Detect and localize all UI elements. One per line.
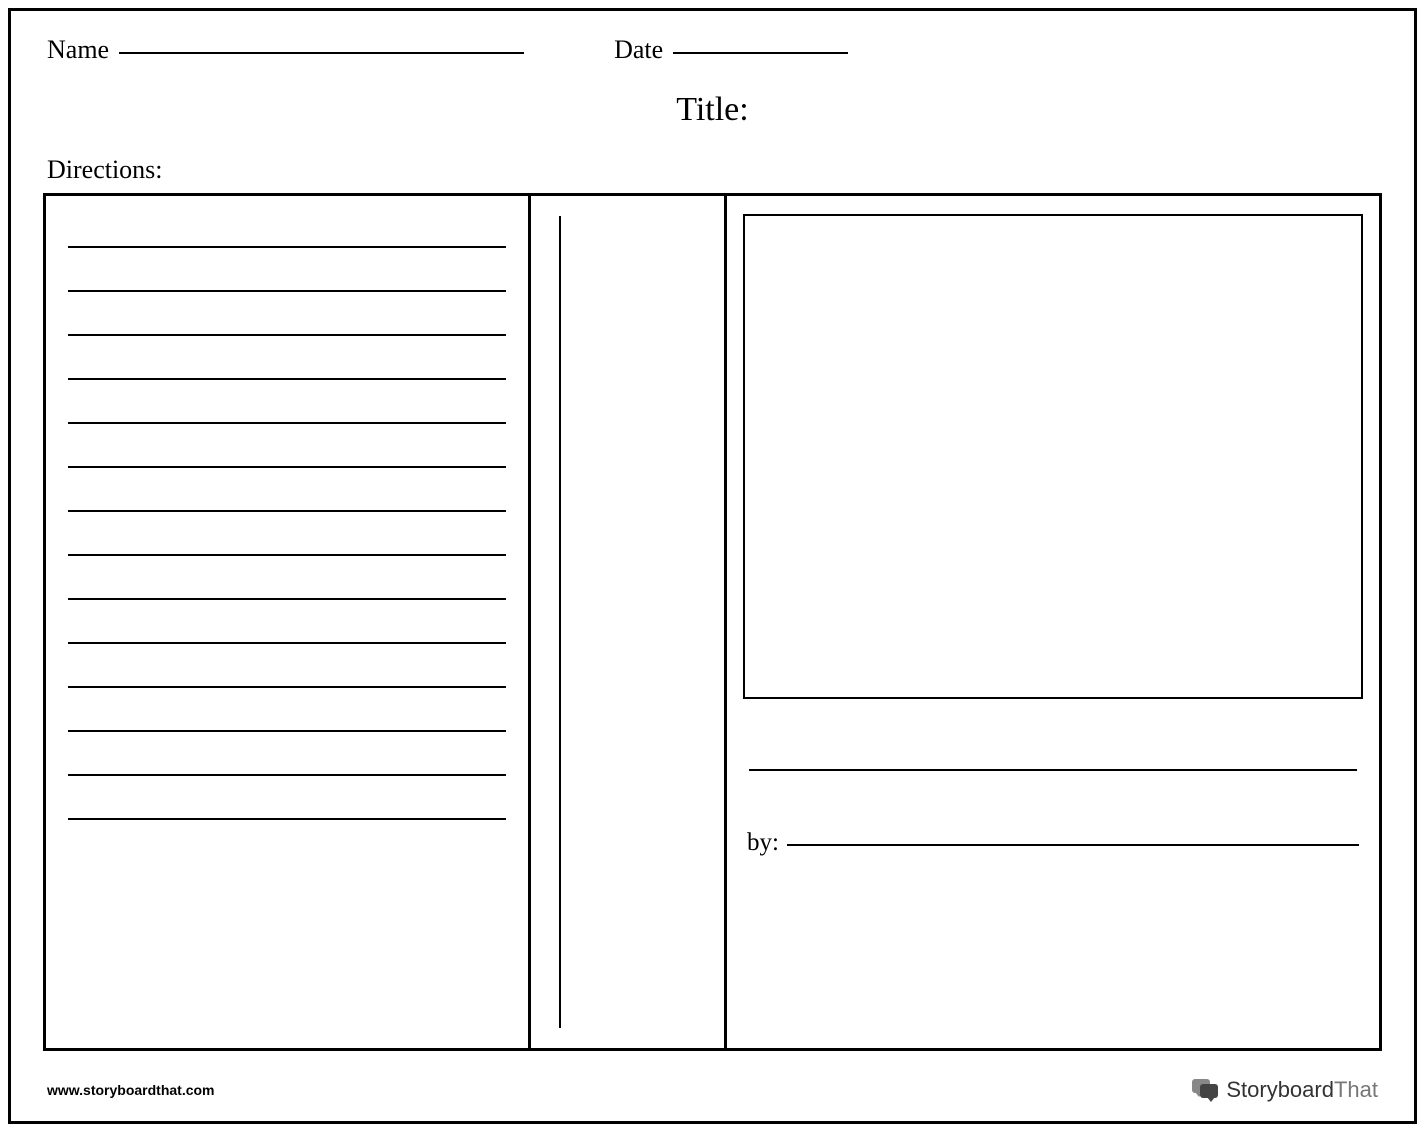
writing-line[interactable] <box>68 642 506 644</box>
writing-line[interactable] <box>68 466 506 468</box>
directions-row: Directions: <box>47 155 1378 185</box>
name-input-line[interactable] <box>119 52 524 54</box>
image-box[interactable] <box>743 214 1363 699</box>
writing-line[interactable] <box>68 774 506 776</box>
cover-column: by: <box>727 196 1379 1048</box>
spine-column <box>531 196 727 1048</box>
writing-line[interactable] <box>68 598 506 600</box>
footer-url: www.storyboardthat.com <box>47 1082 215 1098</box>
worksheet-page: Name Date Title: Directions: <box>8 8 1417 1124</box>
footer: www.storyboardthat.com StoryboardThat <box>47 1077 1378 1103</box>
name-field: Name <box>47 35 524 65</box>
header-area: Name Date Title: Directions: <box>11 11 1414 185</box>
writing-line[interactable] <box>68 730 506 732</box>
caption-input-line[interactable] <box>749 769 1357 771</box>
logo-text-2: That <box>1334 1077 1378 1103</box>
spine-line <box>559 216 561 1028</box>
main-panel: by: <box>43 193 1382 1051</box>
writing-line[interactable] <box>68 290 506 292</box>
logo-text-1: Storyboard <box>1226 1077 1334 1103</box>
writing-line[interactable] <box>68 818 506 820</box>
speech-bubbles-icon <box>1192 1079 1218 1101</box>
writing-column <box>46 196 531 1048</box>
date-input-line[interactable] <box>673 52 848 54</box>
by-label: by: <box>747 829 779 857</box>
by-field: by: <box>743 829 1363 857</box>
writing-line[interactable] <box>68 378 506 380</box>
title-row: Title: <box>47 91 1378 129</box>
writing-line[interactable] <box>68 686 506 688</box>
writing-line[interactable] <box>68 246 506 248</box>
name-label: Name <box>47 35 109 65</box>
name-date-row: Name Date <box>47 35 1378 65</box>
writing-line[interactable] <box>68 554 506 556</box>
footer-logo: StoryboardThat <box>1192 1077 1378 1103</box>
writing-line[interactable] <box>68 422 506 424</box>
writing-line[interactable] <box>68 334 506 336</box>
directions-label: Directions: <box>47 155 163 184</box>
date-label: Date <box>614 35 663 65</box>
date-field: Date <box>614 35 848 65</box>
writing-line[interactable] <box>68 510 506 512</box>
by-input-line[interactable] <box>787 844 1359 846</box>
title-label: Title: <box>676 91 748 128</box>
